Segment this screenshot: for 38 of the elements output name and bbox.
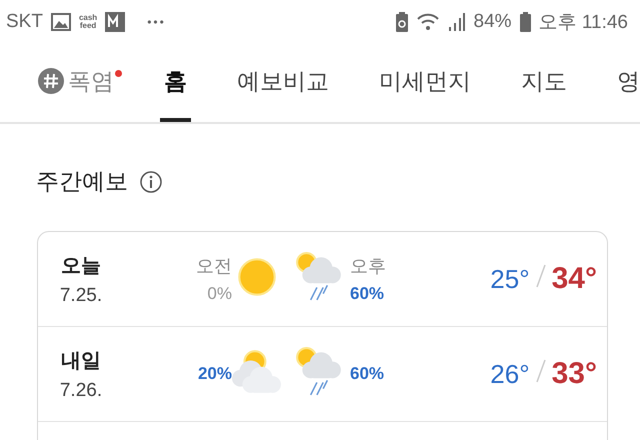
m-app-icon xyxy=(105,12,126,32)
high-temperature: 33° xyxy=(552,357,597,391)
tab[interactable]: 홈 xyxy=(160,44,191,122)
day-label: 내일 xyxy=(61,348,101,374)
slash-icon xyxy=(536,264,546,288)
tab[interactable]: 미세먼지 xyxy=(375,44,475,122)
app-notification-text: cash feed xyxy=(78,14,98,30)
clock: 오후 11:46 xyxy=(538,11,628,35)
tab[interactable]: 지도 xyxy=(517,44,571,122)
section-title: 주간예보 xyxy=(36,167,128,196)
battery-saver-icon xyxy=(396,12,408,32)
date-label: 7.25. xyxy=(60,284,102,306)
info-icon[interactable] xyxy=(140,170,162,192)
precipitation-chance: 60% xyxy=(350,364,384,384)
date-label: 7.26. xyxy=(60,380,102,402)
battery-percent: 84% xyxy=(474,11,512,33)
high-temperature: 34° xyxy=(552,262,597,296)
slash-icon xyxy=(536,359,546,383)
wifi-icon xyxy=(416,12,440,32)
sun-cloud-rain-icon xyxy=(294,252,344,302)
tab[interactable]: 폭염 xyxy=(34,44,118,122)
low-temperature: 26° xyxy=(490,359,530,390)
hashtag-icon xyxy=(38,68,64,94)
more-notifications: ••• xyxy=(147,15,166,29)
signal-icon xyxy=(448,12,466,32)
precipitation-chance: 20% xyxy=(198,364,232,384)
precipitation-chance: 0% xyxy=(207,284,232,304)
battery-icon xyxy=(520,12,531,32)
tab[interactable]: 예보비교 xyxy=(233,44,333,122)
low-temperature: 25° xyxy=(490,264,530,295)
morning-label: 오전 xyxy=(196,255,232,278)
tab[interactable]: 영 xyxy=(613,44,640,122)
precipitation-chance: 60% xyxy=(350,284,384,304)
image-icon xyxy=(50,13,71,31)
afternoon-label: 오후 xyxy=(350,255,386,278)
day-label: 오늘 xyxy=(61,254,101,278)
sun-cloud-rain-icon xyxy=(294,346,344,396)
carrier-name: SKT xyxy=(6,11,43,33)
